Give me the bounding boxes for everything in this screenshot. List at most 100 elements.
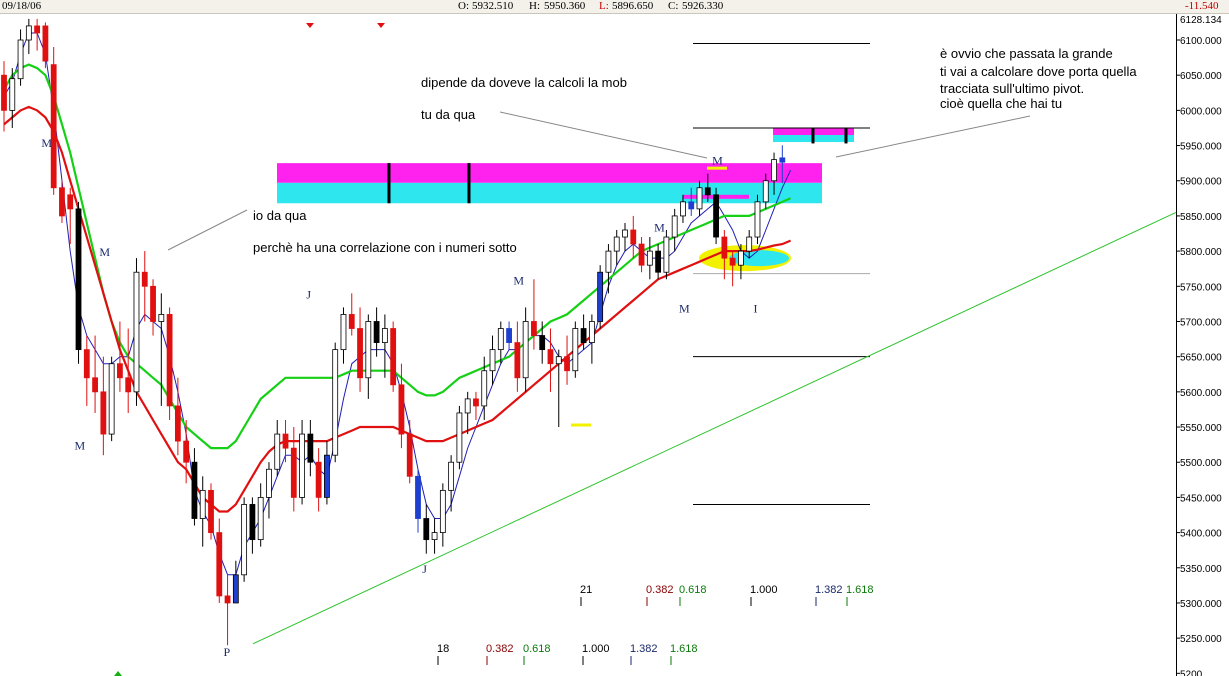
candle-body — [605, 250, 612, 273]
candle-body — [630, 229, 637, 245]
candle-body — [290, 447, 297, 498]
pivot-label: M — [654, 220, 665, 234]
candle-body — [564, 356, 570, 372]
note-right-1: è ovvio che passata la grande — [940, 46, 1113, 61]
fib-lower-label: 1.000 — [582, 643, 610, 655]
candle-body — [547, 349, 554, 365]
projection-levels — [693, 43, 870, 505]
pivot-label: J — [422, 562, 427, 576]
candle-body — [497, 328, 504, 351]
fib-upper-label: 1.382 — [815, 584, 843, 596]
annotation-layer: dipende da doveve la calcoli la mob tu d… — [253, 46, 1137, 255]
fib-lower-label: 0.382 — [486, 643, 514, 655]
candle-body — [266, 468, 272, 498]
y-tick-label: 6000.000 — [1180, 106, 1222, 117]
candle-body — [531, 321, 537, 336]
note-right-3: tracciata sull'ultimo pivot. — [940, 81, 1084, 96]
candle-body — [174, 405, 181, 442]
candle-body — [191, 461, 198, 519]
y-tick-label: 5750.000 — [1180, 282, 1222, 293]
candle-body — [464, 398, 471, 414]
candlesticks — [1, 18, 786, 646]
candle-body — [241, 504, 248, 576]
pivot-label: M — [41, 136, 52, 150]
pointer-line-io — [167, 209, 248, 251]
price-axis: 6100.000 6050.000 6000.000 5950.000 5900.000… — [1176, 14, 1229, 676]
candle-body — [42, 25, 49, 62]
moving-averages — [3, 32, 792, 576]
pivot-labels: M M M P J J M M M M I — [41, 23, 757, 676]
candle-body — [340, 314, 347, 351]
candle-body — [158, 314, 165, 322]
y-tick-label: 5950.000 — [1180, 142, 1222, 153]
candle-body — [125, 377, 132, 393]
candle-body — [580, 328, 587, 343]
candle-body — [249, 504, 256, 541]
candle-body — [680, 201, 686, 217]
candle-body — [655, 250, 662, 273]
ma-line-1 — [3, 63, 792, 450]
red-triangle-marker — [377, 23, 385, 28]
candle-body — [439, 489, 446, 533]
candle-body — [25, 25, 32, 41]
candle-body — [348, 314, 355, 329]
candle-body — [183, 440, 190, 463]
fib-upper-label: 0.382 — [646, 584, 674, 596]
candle-body — [638, 243, 645, 266]
candle-body — [729, 257, 736, 266]
candle-body — [1, 74, 7, 111]
note-io: io da qua — [253, 208, 307, 223]
candle-body — [738, 250, 744, 266]
pivot-label: P — [224, 645, 231, 659]
candle-body — [539, 335, 546, 351]
y-tick-label: 6100.000 — [1180, 36, 1222, 47]
fib-lower-label: 18 — [437, 643, 449, 655]
candle-body — [704, 187, 711, 196]
candle-body — [646, 250, 653, 266]
pivot-label: M — [513, 273, 524, 287]
candle-body — [108, 363, 115, 435]
pivot-label: M — [712, 154, 723, 168]
fib-lower-label: 1.382 — [630, 643, 658, 655]
y-tick-label: 5900.000 — [1180, 177, 1222, 188]
candle-body — [50, 64, 57, 189]
y-tick-label: 6050.000 — [1180, 71, 1222, 82]
candle-body — [381, 328, 388, 343]
candle-body — [721, 236, 728, 259]
fib-upper-label: 0.618 — [679, 584, 707, 596]
candle-body — [406, 433, 413, 477]
pivot-bands — [277, 127, 854, 427]
candle-body — [572, 328, 579, 372]
candle-body — [456, 412, 463, 463]
candle-body — [390, 328, 397, 386]
y-tick-label: 5350.000 — [1180, 564, 1222, 575]
candle-body — [597, 271, 604, 322]
y-tick-label: 5450.000 — [1180, 493, 1222, 504]
candle-body — [555, 356, 562, 365]
fib-upper-label: 21 — [580, 584, 592, 596]
chart-window: 09/18/06 O: 5932.510 H: 5950.360 L: 5896… — [0, 0, 1229, 676]
candle-body — [522, 321, 529, 379]
red-triangle-marker — [306, 23, 314, 28]
fib-lower-label: 1.618 — [670, 643, 698, 655]
pointer-line-right — [835, 115, 1031, 158]
green-triangle-marker — [114, 671, 122, 676]
candle-body — [232, 574, 239, 604]
magenta-band — [277, 163, 822, 183]
candle-body — [9, 78, 16, 111]
candle-body — [332, 349, 339, 456]
ma-line-0 — [3, 32, 792, 576]
pivot-label: M — [99, 245, 110, 259]
fib-upper-label: 1.618 — [846, 584, 874, 596]
candle-body — [746, 236, 753, 252]
candle-body — [75, 208, 82, 351]
note-right-2: ti vai a calcolare dove porta quella — [940, 64, 1137, 79]
candle-body — [282, 433, 289, 449]
candle-body — [506, 328, 512, 343]
candle-body — [448, 461, 455, 491]
candle-body — [415, 475, 421, 519]
price-chart[interactable]: 6100.000 6050.000 6000.000 5950.000 5900.000… — [0, 0, 1229, 676]
candle-body — [431, 532, 438, 541]
candle-body — [141, 271, 148, 287]
y-tick-label: 5600.000 — [1180, 388, 1222, 399]
